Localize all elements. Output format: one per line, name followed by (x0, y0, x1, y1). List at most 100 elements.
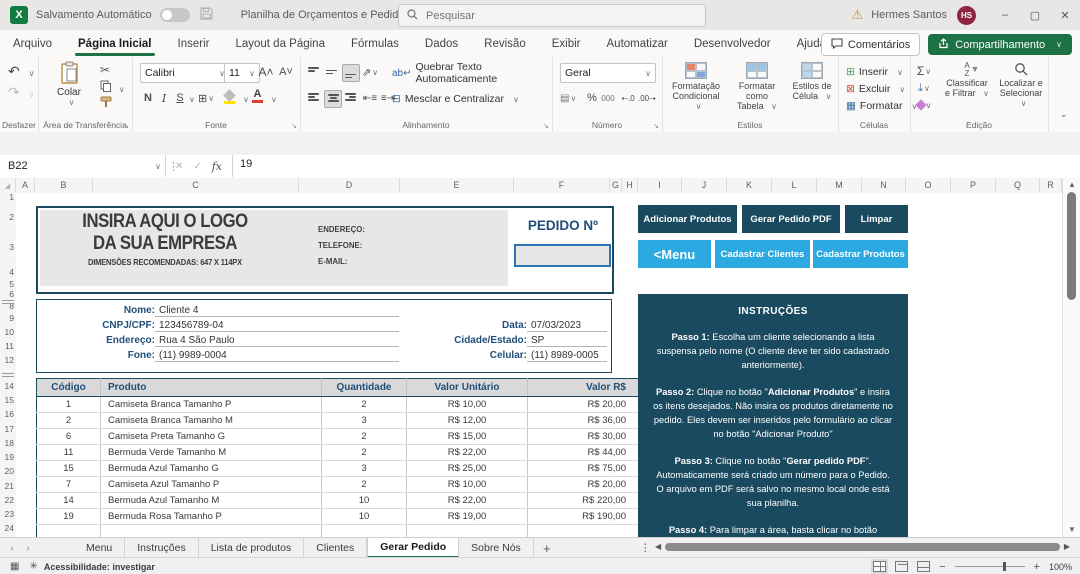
cell[interactable] (321, 524, 407, 537)
ribbon-tab-layout-da-pagina[interactable]: Layout da Página (222, 31, 338, 56)
button-limpar[interactable]: Limpar (845, 205, 908, 233)
sheet-nav-right-icon[interactable]: › (20, 538, 36, 558)
row-header-15[interactable]: 15 (0, 395, 16, 405)
cell[interactable]: Bermuda Rosa Tamanho P (100, 508, 322, 525)
select-all-corner[interactable]: ◢ (0, 178, 16, 192)
view-normal-button[interactable] (871, 559, 889, 574)
orientation-button[interactable]: ⇗ ∨ (362, 64, 378, 80)
horizontal-scroll-thumb[interactable] (665, 542, 1060, 551)
row-header-2[interactable]: 2 (0, 212, 16, 222)
row-header-5[interactable]: 5 (0, 279, 16, 289)
underline-dropdown-icon[interactable]: ∨ (189, 95, 195, 104)
cell[interactable]: R$ 15,00 (406, 428, 528, 445)
undo-button[interactable]: ↶ ∨ (8, 63, 34, 80)
ribbon-tab-pagina-inicial[interactable]: Página Inicial (65, 31, 165, 56)
autosave-toggle[interactable] (159, 8, 190, 22)
cell[interactable]: R$ 10,00 (406, 396, 528, 413)
scroll-up-arrow[interactable]: ▲ (1063, 180, 1080, 189)
alignment-dialog-launcher[interactable]: ↘ (543, 122, 549, 130)
align-middle-button[interactable] (324, 64, 340, 80)
view-page-layout-button[interactable] (895, 561, 909, 572)
accessibility-icon[interactable]: ✳ (29, 561, 37, 572)
table-row[interactable]: 6 Camiseta Preta Tamanho G 2 R$ 15,00 R$ 30,… (36, 428, 643, 445)
decrease-font-button[interactable]: A˅ (278, 64, 294, 80)
share-button[interactable]: Compartilhamento ∨ (928, 34, 1072, 55)
avatar[interactable]: HS (957, 5, 976, 25)
table-row[interactable]: 15 Bermuda Azul Tamanho G 3 R$ 25,00 R$ 75,0… (36, 460, 643, 477)
decrease-indent-button[interactable]: ⇤≡ (362, 90, 378, 106)
align-top-button[interactable] (306, 64, 322, 80)
cell[interactable]: Camiseta Preta Tamanho G (100, 428, 322, 445)
cell[interactable]: R$ 22,00 (406, 444, 528, 461)
column-header-J[interactable]: J (682, 178, 727, 192)
row-header-16[interactable]: 16 (0, 409, 16, 419)
cell[interactable]: R$ 30,00 (527, 428, 643, 445)
column-header-K[interactable]: K (727, 178, 772, 192)
row-header-20[interactable]: 20 (0, 466, 16, 476)
cell[interactable]: 2 (36, 412, 101, 429)
warning-icon[interactable]: ⚠ (852, 7, 864, 23)
cell[interactable]: R$ 190,00 (527, 508, 643, 525)
increase-font-button[interactable]: A˄ (258, 64, 274, 80)
wrap-text-button[interactable]: ab↵ Quebrar Texto Automaticamente (392, 61, 552, 85)
table-row[interactable]: 19 Bermuda Rosa Tamanho P 10 R$ 19,00 R$ 190… (36, 508, 643, 525)
row-header-1[interactable]: 1 (0, 192, 16, 202)
cell[interactable]: 2 (321, 396, 407, 413)
ribbon-collapse-button[interactable]: ⌄ (1060, 109, 1068, 120)
ribbon-tab-arquivo[interactable]: Arquivo (0, 31, 65, 56)
ribbon-tab-automatizar[interactable]: Automatizar (594, 31, 681, 56)
column-header-C[interactable]: C (93, 178, 299, 192)
cell[interactable]: 3 (321, 460, 407, 477)
cell[interactable] (406, 524, 528, 537)
accounting-format-button[interactable]: ▤ ∨ (560, 90, 576, 106)
column-header-F[interactable]: F (514, 178, 610, 192)
cell[interactable]: 10 (321, 492, 407, 509)
zoom-slider[interactable] (954, 562, 1025, 571)
sheet-tabs-menu-icon[interactable]: ⋮ (640, 538, 651, 558)
formula-input[interactable]: 19 (240, 158, 252, 170)
cell[interactable]: 14 (36, 492, 101, 509)
row-header-11[interactable]: 11 (0, 341, 16, 351)
sheet-tab-gerar-pedido[interactable]: Gerar Pedido (367, 538, 460, 558)
vertical-scroll-thumb[interactable] (1067, 192, 1076, 300)
column-header-P[interactable]: P (951, 178, 996, 192)
format-as-table-button[interactable]: Formatar como Tabela ∨ (728, 62, 786, 112)
row-header-21[interactable]: 21 (0, 481, 16, 491)
view-page-break-button[interactable] (917, 561, 931, 572)
field-value[interactable]: Cliente 4 (155, 305, 399, 317)
field-value[interactable]: SP (527, 335, 607, 347)
maximize-button[interactable]: ▢ (1020, 0, 1050, 30)
zoom-in-button[interactable]: + (1034, 561, 1040, 573)
cell[interactable]: Bermuda Verde Tamanho M (100, 444, 322, 461)
sheet-tab-instrucoes[interactable]: Instruções (125, 538, 199, 558)
row-header-17[interactable]: 17 (0, 424, 16, 434)
row-header-14[interactable]: 14 (0, 381, 16, 391)
sheet-nav-left-icon[interactable]: ‹ (4, 538, 20, 558)
cell[interactable]: R$ 220,00 (527, 492, 643, 509)
increase-decimal-button[interactable]: ⇠.0 (620, 90, 636, 106)
conditional-formatting-button[interactable]: Formatação Condicional ∨ (666, 62, 726, 112)
cut-button[interactable]: ✂ (100, 63, 110, 77)
cell[interactable]: 6 (36, 428, 101, 445)
cell[interactable]: R$ 19,00 (406, 508, 528, 525)
font-dialog-launcher[interactable]: ↘ (291, 122, 297, 130)
cell[interactable]: Bermuda Azul Tamanho M (100, 492, 322, 509)
cell[interactable]: R$ 20,00 (527, 476, 643, 493)
font-size-select[interactable]: 11 ∨ (224, 63, 260, 83)
sheet-tab-lista-de-produtos[interactable]: Lista de produtos (199, 538, 305, 558)
cell[interactable]: Camiseta Branca Tamanho M (100, 412, 322, 429)
enter-icon[interactable]: ✓ (193, 161, 201, 172)
name-box[interactable]: B22 ∨ ⋮ (0, 155, 179, 177)
cell[interactable]: R$ 12,00 (406, 412, 528, 429)
cell[interactable]: R$ 25,00 (406, 460, 528, 477)
cell[interactable]: 10 (321, 508, 407, 525)
order-number-field[interactable] (514, 244, 611, 267)
cell[interactable]: 2 (321, 444, 407, 461)
field-value[interactable]: 123456789-04 (155, 320, 399, 332)
button-cadastrar-produtos[interactable]: Cadastrar Produtos (813, 240, 908, 268)
autosum-button[interactable]: Σ ∨ (916, 63, 932, 79)
fx-icon[interactable]: fx (212, 160, 222, 173)
cell[interactable]: R$ 44,00 (527, 444, 643, 461)
column-header-L[interactable]: L (772, 178, 817, 192)
row-header-9[interactable]: 9 (0, 313, 16, 323)
